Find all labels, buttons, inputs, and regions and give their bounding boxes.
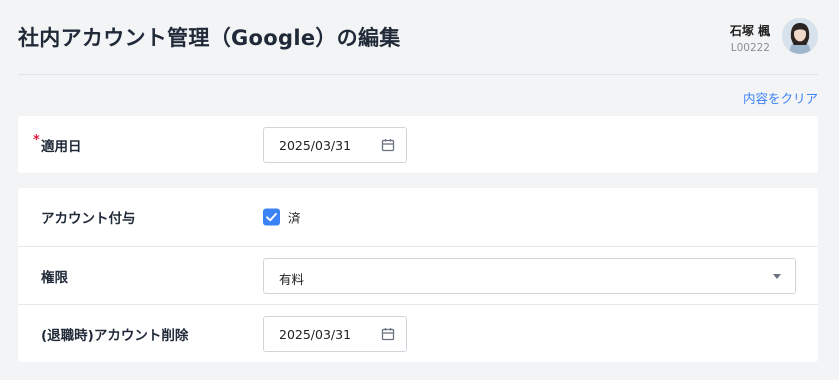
- chevron-down-icon: [773, 273, 781, 279]
- permission-value: 有料: [279, 271, 305, 287]
- required-mark: *: [33, 133, 40, 148]
- page-header: 社内アカウント管理（Google）の編集 石塚 楓 L00222: [18, 0, 818, 75]
- account-grant-label: アカウント付与: [41, 211, 136, 227]
- account-deletion-date-value: 2025/03/31: [279, 326, 352, 342]
- account-deletion-label: (退職時)アカウント削除: [41, 327, 189, 344]
- calendar-icon[interactable]: [381, 327, 395, 341]
- apply-date-card: * 適用日 2025/03/31: [18, 116, 818, 173]
- permission-label: 権限: [41, 269, 68, 286]
- clear-content-link[interactable]: 内容をクリア: [743, 88, 818, 107]
- account-settings-card: アカウント付与 済 権限 有料 (退職時)アカウント削除 2025/03/31: [18, 188, 818, 362]
- user-info[interactable]: 石塚 楓 L00222: [618, 18, 818, 58]
- account-deletion-row: (退職時)アカウント削除 2025/03/31: [18, 304, 818, 362]
- apply-date-label: * 適用日: [33, 133, 82, 155]
- apply-date-input[interactable]: 2025/03/31: [263, 127, 407, 163]
- account-grant-checkbox[interactable]: [263, 208, 280, 226]
- permission-row: 権限 有料: [18, 246, 818, 304]
- user-name: 石塚 楓: [729, 24, 770, 38]
- account-grant-row: アカウント付与 済: [18, 188, 818, 246]
- permission-select[interactable]: 有料: [263, 257, 796, 294]
- page-title: 社内アカウント管理（Google）の編集: [18, 26, 401, 50]
- checkmark-icon: [266, 212, 277, 222]
- account-deletion-date-input[interactable]: 2025/03/31: [263, 315, 407, 352]
- calendar-icon[interactable]: [381, 138, 395, 152]
- apply-date-row: * 適用日 2025/03/31: [18, 116, 818, 174]
- apply-date-value: 2025/03/31: [279, 138, 352, 153]
- apply-date-label-text: 適用日: [41, 139, 82, 155]
- account-grant-check-label: 済: [288, 210, 301, 226]
- user-id: L00222: [730, 42, 770, 54]
- avatar[interactable]: [782, 18, 818, 54]
